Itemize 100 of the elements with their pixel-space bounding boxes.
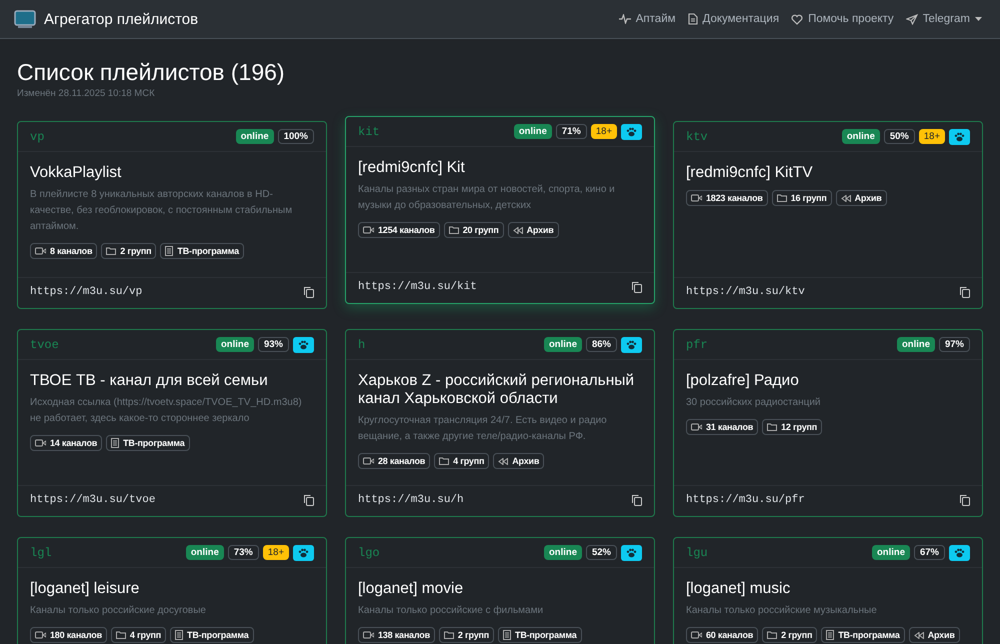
playlist-card[interactable]: tvoe online 93% ТВОЕ ТВ - канал для всей семьи Исходная ссылка (https://tvoetv.space/TVOE_TV_HD.m3u8) не работает, здесь какое-то стороннее зеркало 14 каналов ТВ-программа https://m3u.su/tvoe — [17, 329, 327, 517]
uptime-badge: 50% — [884, 129, 915, 144]
info-tag: ТВ-программа — [821, 627, 905, 643]
schedule-icon — [175, 630, 184, 640]
schedule-icon — [165, 246, 174, 256]
uptime-badge: 93% — [258, 337, 289, 352]
playlist-url: https://m3u.su/ktv — [686, 286, 805, 298]
camera-icon — [363, 457, 374, 465]
uptime-badge: 52% — [586, 545, 617, 560]
playlist-card[interactable]: lgl online 73% 18+ [loganet] leisure Каналы только российские досуговые 180 каналов 4 групп ТВ-программа — [17, 537, 327, 644]
playlist-description: Каналы только российские музыкальные — [686, 604, 878, 618]
playlist-description: Каналы только российские с фильмами — [358, 604, 544, 618]
playlist-description: Каналы только российские досуговые — [30, 604, 207, 618]
copy-icon[interactable] — [632, 494, 642, 506]
camera-icon — [363, 226, 374, 234]
playlist-card[interactable]: kit online 71% 18+ [redmi9cnfc] Kit Каналы разных стран мира от новостей, спорта, кино и музыки до образовательных, детских 1254 каналов 20 групп Архив https://m3u.su/kit — [345, 116, 655, 304]
rewind-icon — [840, 194, 851, 202]
info-tag: 2 групп — [438, 627, 494, 643]
playlist-code: h — [358, 338, 366, 352]
playlist-title: [redmi9cnfc] Kit — [358, 159, 466, 177]
status-badge: online — [514, 124, 552, 139]
folder-icon — [116, 631, 126, 639]
info-tag: Архив — [493, 453, 544, 469]
copy-icon[interactable] — [304, 286, 314, 298]
uptime-badge: 100% — [278, 129, 314, 144]
nav-link[interactable]: Помочь проекту — [791, 13, 894, 25]
folder-icon — [439, 457, 450, 465]
info-tag: ТВ-программа — [160, 243, 244, 259]
folder-icon — [448, 226, 459, 234]
playlist-url: https://m3u.su/tvoe — [30, 494, 156, 506]
brand-title[interactable]: Агрегатор плейлистов — [44, 10, 198, 28]
info-tag: 1254 каналов — [358, 222, 440, 238]
pulse-icon — [618, 14, 631, 24]
info-tag: Архив — [508, 222, 559, 238]
playlist-url: https://m3u.su/pfr — [686, 494, 805, 506]
send-icon — [906, 14, 918, 24]
status-badge: online — [897, 337, 935, 352]
playlist-card[interactable]: lgo online 52% [loganet] movie Каналы только российские с фильмами 138 каналов 2 групп ТВ-программа — [345, 537, 655, 644]
info-tag: 1823 каналов — [686, 190, 768, 206]
heart-icon — [791, 14, 804, 24]
copy-icon[interactable] — [960, 286, 970, 298]
copy-icon[interactable] — [632, 282, 642, 292]
info-tag: 12 групп — [762, 419, 822, 435]
playlist-code: ktv — [686, 130, 708, 144]
folder-icon — [767, 631, 778, 639]
page-title: Список плейлистов (196) — [17, 59, 286, 86]
uptime-badge: 97% — [938, 337, 970, 352]
schedule-icon — [826, 630, 834, 640]
playlist-title: [loganet] music — [686, 580, 792, 598]
info-tag: 4 групп — [434, 453, 490, 469]
info-tag: 2 групп — [762, 627, 818, 643]
uptime-badge: 67% — [914, 545, 945, 560]
nav-link[interactable]: Telegram — [906, 13, 982, 25]
info-tag: 14 каналов — [30, 435, 102, 451]
uptime-badge: 86% — [586, 337, 617, 352]
playlist-title: [redmi9cnfc] KitTV — [686, 164, 814, 182]
uptime-badge: 73% — [228, 545, 259, 560]
camera-icon — [691, 423, 702, 431]
status-badge: online — [216, 337, 254, 352]
playlist-card[interactable]: lgu online 67% [loganet] music Каналы только российские музыкальные 60 каналов 2 групп ТВ-программа Архив — [673, 537, 983, 644]
playlist-description: Круглосуточная трансляция 24/7. Есть видео и радио вещание, а также другие теле/радио-каналы РФ. — [358, 414, 608, 444]
camera-icon — [363, 631, 374, 639]
copy-icon[interactable] — [304, 494, 314, 506]
status-badge: online — [186, 545, 224, 560]
status-badge: online — [544, 337, 582, 352]
playlist-description: Каналы разных стран мира от новостей, спорта, кино и музыки до образовательных, детских — [358, 183, 616, 213]
playlist-card[interactable]: ktv online 50% 18+ [redmi9cnfc] KitTV 1823 каналов 16 групп Архив https://m3u.su/ktv — [673, 121, 983, 309]
playlist-title: VokkaPlaylist — [30, 164, 122, 182]
info-tag: 4 групп — [110, 627, 166, 643]
nav-link[interactable]: Документация — [688, 13, 780, 25]
rewind-icon — [498, 458, 508, 464]
info-tag: 2 групп — [101, 243, 156, 259]
nav-link[interactable]: Аптайм — [618, 13, 676, 25]
info-tag: Архив — [836, 190, 887, 206]
status-badge: online — [236, 129, 274, 144]
info-tag: 28 каналов — [358, 453, 430, 469]
playlist-title: [loganet] movie — [358, 580, 464, 598]
copy-icon[interactable] — [960, 494, 970, 506]
playlist-code: lgl — [30, 546, 52, 560]
playlist-card[interactable]: vp online 100% VokkaPlaylist В плейлисте 8 уникальных авторских каналов в HD-качестве, без геоблокировок, с постоянным стабильным аптаймом. 8 каналов 2 групп ТВ-программа https://m3u.su/vp — [17, 121, 327, 309]
camera-icon — [35, 247, 46, 255]
info-tag: 20 групп — [444, 222, 504, 238]
camera-icon — [35, 439, 46, 447]
schedule-icon — [111, 438, 120, 448]
status-badge: online — [842, 129, 880, 144]
playlist-description: Исходная ссылка (https://tvoetv.space/TVOE_TV_HD.m3u8) не работает, здесь какое-то стороннее зеркало — [30, 396, 303, 426]
info-tag: 180 каналов — [30, 627, 107, 643]
age-badge: 18+ — [918, 129, 945, 144]
playlist-code: lgu — [686, 546, 708, 560]
playlist-code: kit — [358, 124, 380, 138]
rewind-icon — [914, 632, 924, 638]
playlist-code: lgo — [358, 546, 380, 560]
folder-icon — [106, 247, 116, 255]
info-tag: 138 каналов — [358, 627, 435, 643]
age-badge: 18+ — [590, 124, 617, 139]
playlist-card[interactable]: pfr online 97% [polzafre] Радио 30 российских радиостанций 31 каналов 12 групп https://m3u.su/pfr — [673, 329, 983, 517]
age-badge: 18+ — [262, 545, 289, 560]
playlist-url: https://m3u.su/kit — [358, 281, 477, 293]
playlist-title: Харьков Z - российский региональный канал Харьковской области — [358, 372, 636, 408]
playlist-card[interactable] — [345, 329, 655, 517]
